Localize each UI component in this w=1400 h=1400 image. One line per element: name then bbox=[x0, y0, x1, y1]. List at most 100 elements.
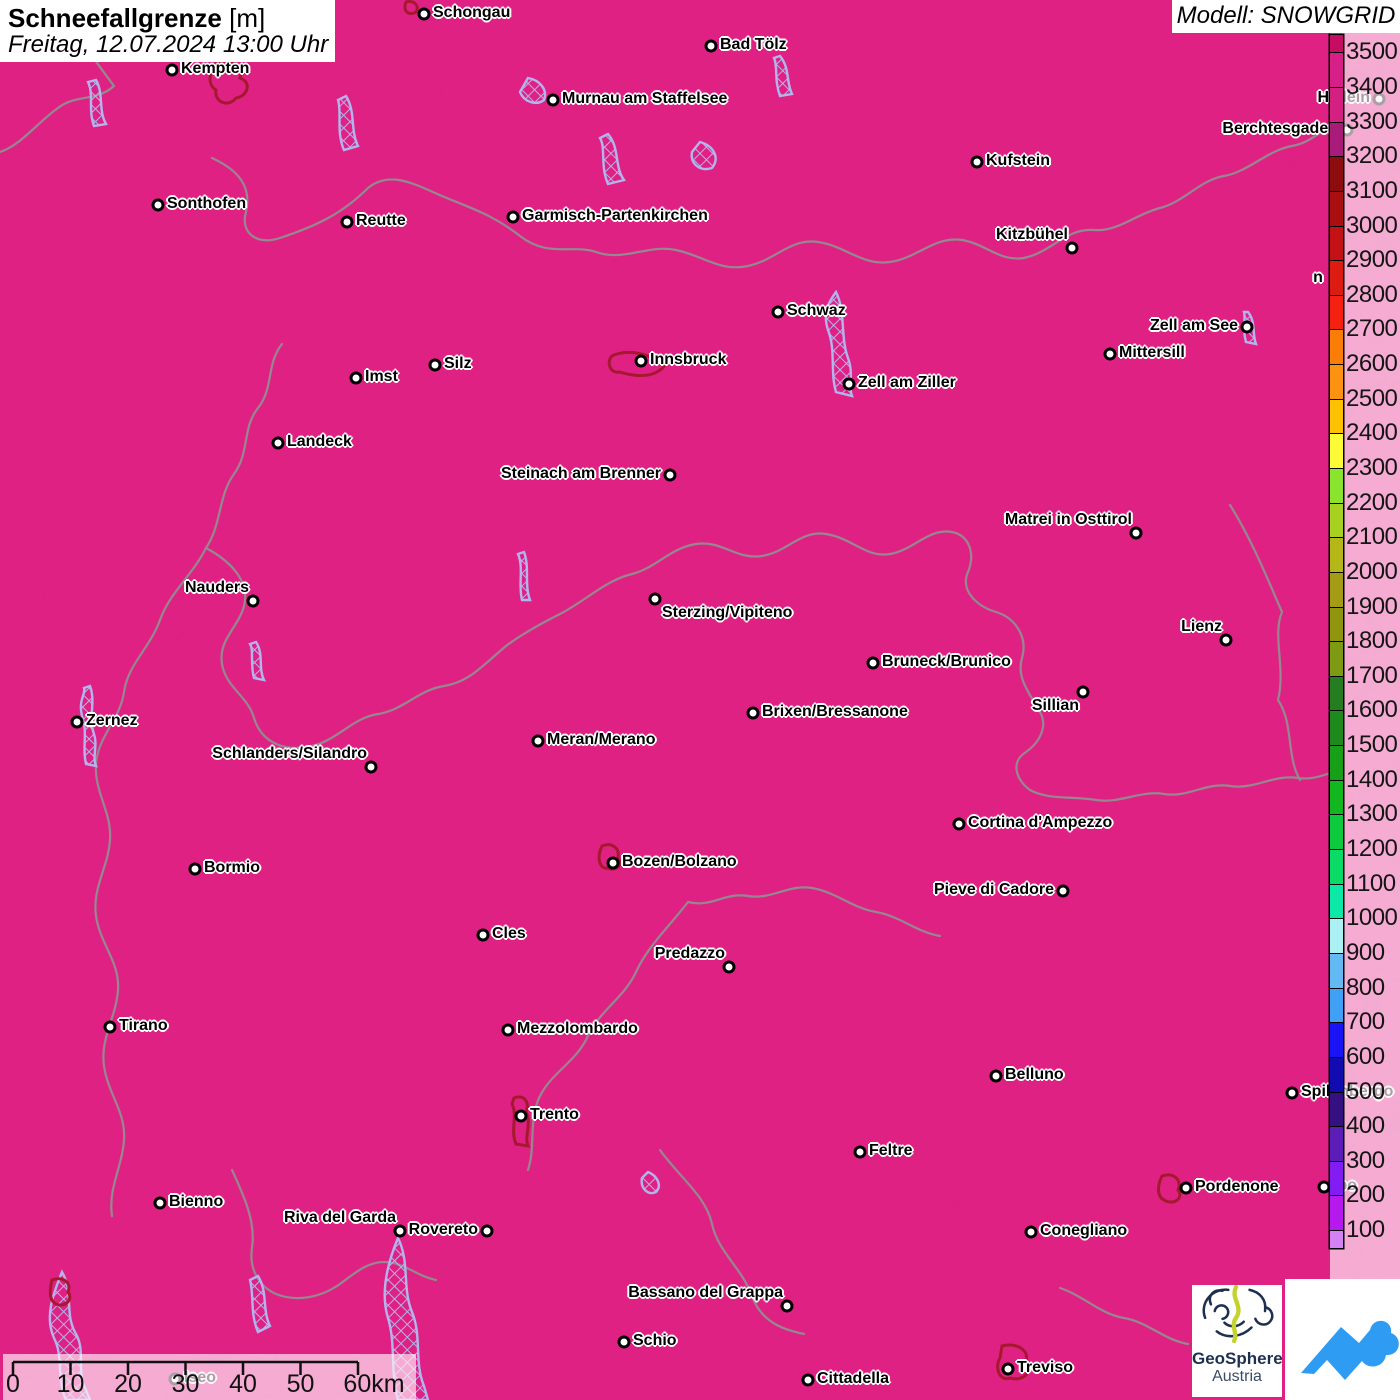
colorbar-value-2900: 2900 bbox=[1346, 246, 1398, 274]
colorbar-value-300: 300 bbox=[1346, 1146, 1385, 1174]
colorbar-value-2700: 2700 bbox=[1346, 315, 1398, 343]
city-label: Conegliano bbox=[1040, 1222, 1128, 1239]
city-dot bbox=[952, 817, 966, 831]
colorbar-value-100: 100 bbox=[1346, 1216, 1385, 1244]
colorbar-segment bbox=[1330, 918, 1343, 954]
scalebar-label-10: 10 bbox=[56, 1370, 85, 1398]
scalebar-label-40: 40 bbox=[229, 1370, 257, 1398]
city-label: n bbox=[1313, 269, 1323, 286]
city-dot bbox=[746, 706, 760, 720]
city-dot bbox=[349, 371, 363, 385]
city-label: Innsbruck bbox=[650, 351, 727, 368]
colorbar-segment bbox=[1330, 468, 1343, 504]
colorbar-segment bbox=[1330, 779, 1343, 816]
city-label: Schio bbox=[633, 1332, 677, 1349]
city-label: Mittersill bbox=[1119, 344, 1185, 361]
colorbar-segment bbox=[1330, 225, 1343, 262]
city-label: Meran/Merano bbox=[547, 731, 656, 748]
colorbar-segment bbox=[1330, 121, 1343, 158]
city-label: Tirano bbox=[119, 1017, 168, 1034]
city-dot bbox=[417, 7, 431, 21]
city-dot bbox=[1024, 1225, 1038, 1239]
city-dot bbox=[771, 305, 785, 319]
colorbar-segment bbox=[1330, 571, 1343, 608]
city-dot bbox=[271, 436, 285, 450]
colorbar-segment bbox=[1330, 86, 1343, 123]
partner-logo-box bbox=[1285, 1279, 1400, 1400]
colorbar-value-2200: 2200 bbox=[1346, 488, 1398, 516]
city-dot bbox=[606, 856, 620, 870]
mountain-cloud-icon bbox=[1301, 1320, 1399, 1380]
colorbar-value-1100: 1100 bbox=[1346, 869, 1396, 897]
city-dot bbox=[1285, 1086, 1299, 1100]
city-dot bbox=[866, 656, 880, 670]
city-label: Bozen/Bolzano bbox=[622, 853, 737, 870]
colorbar-segment bbox=[1330, 675, 1343, 712]
city-label: Nauders bbox=[184, 579, 249, 596]
scalebar-label-30: 30 bbox=[171, 1370, 200, 1398]
colorbar-value-800: 800 bbox=[1346, 973, 1385, 1001]
city-dot bbox=[801, 1373, 815, 1387]
city-label: Brixen/Bressanone bbox=[762, 703, 908, 720]
city-dot bbox=[648, 592, 662, 606]
city-dot bbox=[634, 354, 648, 368]
colorbar-value-1900: 1900 bbox=[1346, 592, 1398, 620]
city-dot bbox=[663, 468, 677, 482]
colorbar-value-2800: 2800 bbox=[1346, 280, 1398, 308]
colorbar-value-200: 200 bbox=[1346, 1181, 1385, 1209]
colorbar-segment bbox=[1330, 329, 1343, 366]
colorbar-segment bbox=[1330, 952, 1343, 989]
colorbar-segment bbox=[1330, 814, 1343, 851]
map-title: Schneefallgrenze [m] bbox=[8, 4, 335, 32]
colorbar-value-2100: 2100 bbox=[1346, 523, 1398, 551]
city-dot bbox=[1317, 1180, 1331, 1194]
city-dot bbox=[188, 862, 202, 876]
city-label: Schongau bbox=[433, 4, 511, 21]
city-label: Sonthofen bbox=[167, 195, 247, 212]
colorbar-value-2600: 2600 bbox=[1346, 350, 1398, 378]
city-dot bbox=[476, 928, 490, 942]
colorbar-value-1000: 1000 bbox=[1346, 904, 1398, 932]
city-dot bbox=[842, 377, 856, 391]
colorbar-value-3200: 3200 bbox=[1346, 142, 1398, 170]
colorbar-segment bbox=[1330, 849, 1343, 885]
city-label: Kufstein bbox=[986, 152, 1050, 169]
city-dot bbox=[546, 93, 560, 107]
map-title-text: Schneefallgrenze bbox=[8, 3, 222, 33]
city-dot bbox=[501, 1023, 515, 1037]
city-dot bbox=[970, 155, 984, 169]
city-label: Matrei in Osttirol bbox=[1004, 511, 1132, 528]
city-label: Schlanders/Silandro bbox=[212, 745, 367, 762]
city-label: Schwaz bbox=[787, 302, 846, 319]
city-label: Zernez bbox=[86, 712, 138, 729]
colorbar-value-700: 700 bbox=[1346, 1008, 1385, 1036]
city-label: Zell am Ziller bbox=[858, 374, 956, 391]
colorbar-segment bbox=[1330, 606, 1343, 643]
city-label: Feltre bbox=[869, 1142, 913, 1159]
city-label: Landeck bbox=[287, 433, 352, 450]
colorbar-value-1800: 1800 bbox=[1346, 627, 1398, 655]
city-label: Sterzing/Vipiteno bbox=[662, 604, 793, 621]
weather-map-canvas: Schongau Bad Tölz Kempten Murnau am Staffel… bbox=[0, 0, 1400, 1400]
colorbar-value-1400: 1400 bbox=[1346, 765, 1398, 793]
scalebar-label-0: 0 bbox=[6, 1370, 20, 1398]
colorbar-value-3400: 3400 bbox=[1346, 72, 1398, 100]
city-label: Riva del Garda bbox=[283, 1209, 396, 1226]
city-dot bbox=[165, 63, 179, 77]
colorbar-segment bbox=[1330, 502, 1343, 539]
colorbar-segment bbox=[1330, 1195, 1343, 1232]
city-dot bbox=[853, 1145, 867, 1159]
colorbar-value-1600: 1600 bbox=[1346, 696, 1398, 724]
colorbar-value-2500: 2500 bbox=[1346, 384, 1398, 412]
colorbar-value-1700: 1700 bbox=[1346, 661, 1398, 689]
city-label: Reutte bbox=[356, 212, 406, 229]
city-dot bbox=[989, 1069, 1003, 1083]
colorbar-segment bbox=[1330, 1230, 1343, 1249]
map-datetime: Freitag, 12.07.2024 13:00 Uhr bbox=[8, 31, 329, 58]
model-label: Modell: SNOWGRID bbox=[1172, 0, 1400, 33]
colorbar-value-500: 500 bbox=[1346, 1077, 1385, 1105]
city-dot bbox=[70, 715, 84, 729]
city-label: Bruneck/Brunico bbox=[882, 653, 1011, 670]
scalebar-label-50: 50 bbox=[286, 1370, 315, 1398]
colorbar-value-2000: 2000 bbox=[1346, 557, 1398, 585]
